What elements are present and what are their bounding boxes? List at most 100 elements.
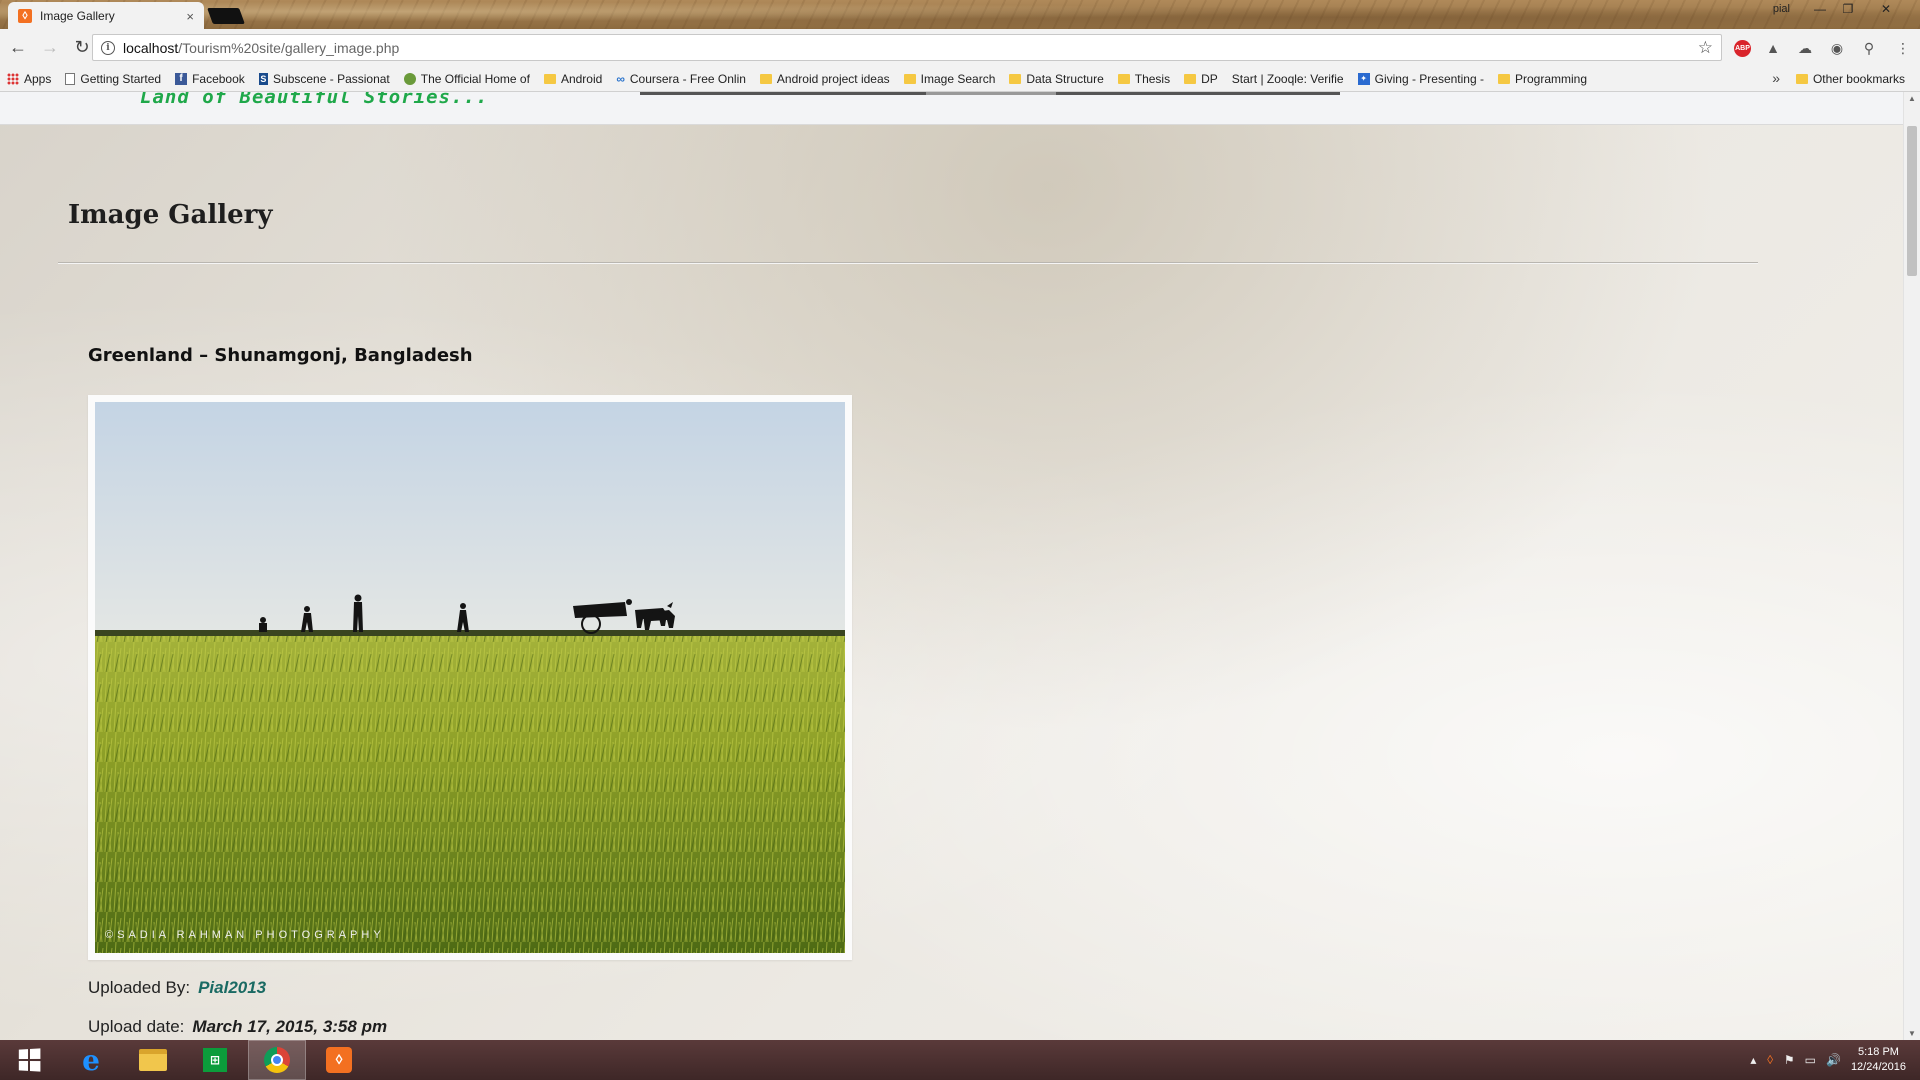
scroll-up-icon[interactable]: ▲ bbox=[1908, 94, 1916, 103]
volume-icon[interactable]: 🔊 bbox=[1826, 1053, 1841, 1067]
bookmark-label: Giving - Presenting - bbox=[1374, 71, 1484, 86]
taskbar-store[interactable]: ⊞ bbox=[186, 1040, 244, 1080]
new-tab-button[interactable] bbox=[207, 8, 245, 24]
taskbar-chrome[interactable] bbox=[248, 1040, 306, 1080]
extension-icon[interactable]: ▲ bbox=[1763, 38, 1783, 58]
bookmark-folder-programming[interactable]: Programming bbox=[1491, 72, 1594, 86]
bookmark-subscene[interactable]: S Subscene - Passionat bbox=[252, 72, 397, 86]
bookmark-apps[interactable]: Apps bbox=[0, 72, 58, 86]
image-title: Greenland – Shunamgonj, Bangladesh bbox=[88, 345, 473, 366]
upload-date-label: Upload date: bbox=[88, 1017, 185, 1036]
tab-title: Image Gallery bbox=[40, 9, 115, 23]
bookmark-label: The Official Home of bbox=[420, 71, 530, 86]
tab-image-gallery[interactable]: ꕺ Image Gallery × bbox=[8, 2, 204, 29]
folder-icon bbox=[1795, 74, 1808, 84]
address-bar[interactable]: i localhost/Tourism%20site/gallery_image… bbox=[92, 34, 1722, 61]
taskbar-xampp[interactable]: ꕺ bbox=[310, 1040, 368, 1080]
tab-close-icon[interactable]: × bbox=[186, 9, 194, 24]
xampp-icon: ꕺ bbox=[326, 1047, 352, 1073]
search-extension-icon[interactable]: ⚲ bbox=[1859, 38, 1879, 58]
taskbar-internet-explorer[interactable]: e bbox=[62, 1040, 120, 1080]
browser-toolbar: ← → ↻ i localhost/Tourism%20site/gallery… bbox=[0, 29, 1920, 66]
bookmark-folder-android-project-ideas[interactable]: Android project ideas bbox=[753, 72, 897, 86]
bookmark-label: Apps bbox=[24, 71, 52, 86]
title-divider bbox=[58, 262, 1758, 264]
page-icon bbox=[65, 72, 76, 85]
minimize-icon[interactable]: — bbox=[1806, 0, 1834, 18]
bookmark-label: Image Search bbox=[920, 71, 996, 86]
bookmark-folder-image-search[interactable]: Image Search bbox=[897, 72, 1003, 86]
bookmark-zooqle[interactable]: Start | Zooqle: Verifie bbox=[1225, 72, 1351, 86]
bookmark-coursera[interactable]: ∞ Coursera - Free Onlin bbox=[609, 72, 753, 86]
scrollbar-thumb[interactable] bbox=[1907, 126, 1917, 276]
network-icon[interactable]: ▭ bbox=[1805, 1053, 1816, 1067]
adblock-plus-icon[interactable]: ABP bbox=[1734, 40, 1751, 57]
bookmark-official-home[interactable]: The Official Home of bbox=[397, 72, 537, 86]
chrome-menu-icon[interactable]: ⋮ bbox=[1893, 38, 1913, 58]
taskbar-clock[interactable]: 5:18 PM 12/24/2016 bbox=[1851, 1045, 1906, 1075]
subscene-icon: S bbox=[258, 72, 269, 85]
xampp-favicon-icon: ꕺ bbox=[18, 9, 32, 23]
window-user-label[interactable]: pial bbox=[1773, 3, 1790, 15]
bookmark-label: Android bbox=[560, 71, 603, 86]
site-icon bbox=[403, 72, 416, 85]
start-button[interactable] bbox=[0, 1040, 58, 1080]
coursera-icon: ∞ bbox=[616, 71, 625, 86]
uploaded-by-label: Uploaded By: bbox=[88, 978, 191, 997]
bookmarks-overflow-icon[interactable]: » bbox=[1772, 70, 1780, 86]
folder-icon bbox=[759, 73, 772, 84]
page-scrollbar[interactable]: ▲ ▼ bbox=[1903, 92, 1920, 1040]
scroll-down-icon[interactable]: ▼ bbox=[1908, 1029, 1916, 1038]
bookmark-folder-data-structure[interactable]: Data Structure bbox=[1002, 72, 1110, 86]
site-info-icon[interactable]: i bbox=[101, 40, 115, 55]
gallery-photo[interactable]: ©SADIA RAHMAN PHOTOGRAPHY bbox=[95, 402, 845, 953]
clock-date: 12/24/2016 bbox=[1850, 1061, 1906, 1073]
folder-icon bbox=[1009, 73, 1022, 84]
file-explorer-icon bbox=[139, 1049, 167, 1071]
internet-explorer-icon: e bbox=[82, 1043, 100, 1077]
rice-field-image bbox=[95, 402, 845, 953]
bookmark-facebook[interactable]: f Facebook bbox=[168, 72, 252, 86]
bookmark-getting-started[interactable]: Getting Started bbox=[58, 72, 168, 86]
tray-xampp-icon[interactable]: ꕺ bbox=[1766, 1053, 1774, 1068]
uploaded-by: Uploaded By: Pial2013 bbox=[88, 978, 266, 998]
clock-time: 5:18 PM bbox=[1857, 1046, 1899, 1058]
nav-underline bbox=[1056, 92, 1340, 95]
gallery-photo-frame: ©SADIA RAHMAN PHOTOGRAPHY bbox=[88, 395, 852, 960]
url-path: /Tourism%20site/gallery_image.php bbox=[178, 39, 400, 56]
cloud-extension-icon[interactable]: ☁ bbox=[1795, 38, 1815, 58]
action-center-flag-icon[interactable]: ⚑ bbox=[1784, 1053, 1795, 1067]
extension-icon[interactable]: ◉ bbox=[1827, 38, 1847, 58]
bookmark-label: Other bookmarks bbox=[1812, 72, 1905, 86]
back-icon[interactable]: ← bbox=[4, 34, 32, 62]
upload-date-value: March 17, 2015, 3:58 pm bbox=[192, 1017, 388, 1036]
bookmark-folder-dp[interactable]: DP bbox=[1177, 72, 1225, 86]
giving-icon: ✦ bbox=[1357, 72, 1370, 85]
titlebar-background bbox=[0, 0, 1920, 29]
site-tagline: Land of Beautiful Stories... bbox=[140, 92, 489, 108]
facebook-icon: f bbox=[175, 72, 188, 85]
folder-icon bbox=[1117, 73, 1130, 84]
restore-icon[interactable]: ❐ bbox=[1834, 0, 1862, 18]
folder-icon bbox=[903, 73, 916, 84]
page-viewport: Land of Beautiful Stories... Image Galle… bbox=[0, 92, 1903, 1040]
bookmark-giving-presenting[interactable]: ✦ Giving - Presenting - bbox=[1351, 72, 1491, 86]
bookmark-other-bookmarks[interactable]: Other bookmarks bbox=[1789, 66, 1912, 92]
bookmark-label: Data Structure bbox=[1026, 71, 1104, 86]
close-window-icon[interactable]: ✕ bbox=[1872, 0, 1900, 18]
chrome-icon bbox=[264, 1047, 290, 1073]
bookmark-label: Facebook bbox=[192, 71, 245, 86]
tray-expand-icon[interactable]: ▴ bbox=[1750, 1053, 1756, 1067]
bookmark-label: Programming bbox=[1515, 71, 1588, 86]
taskbar-file-explorer[interactable] bbox=[124, 1040, 182, 1080]
browser-titlebar: ꕺ Image Gallery × pial — ❐ ✕ bbox=[0, 0, 1920, 29]
forward-icon[interactable]: → bbox=[36, 34, 64, 62]
bookmark-star-icon[interactable]: ☆ bbox=[1698, 38, 1713, 58]
site-header: Land of Beautiful Stories... bbox=[0, 92, 1903, 125]
nav-underline-active bbox=[926, 92, 1056, 95]
uploader-link[interactable]: Pial2013 bbox=[198, 978, 266, 997]
bookmark-label: Subscene - Passionat bbox=[273, 71, 390, 86]
upload-date: Upload date: March 17, 2015, 3:58 pm bbox=[88, 1017, 387, 1037]
bookmark-folder-thesis[interactable]: Thesis bbox=[1111, 72, 1177, 86]
bookmark-folder-android[interactable]: Android bbox=[537, 72, 609, 86]
